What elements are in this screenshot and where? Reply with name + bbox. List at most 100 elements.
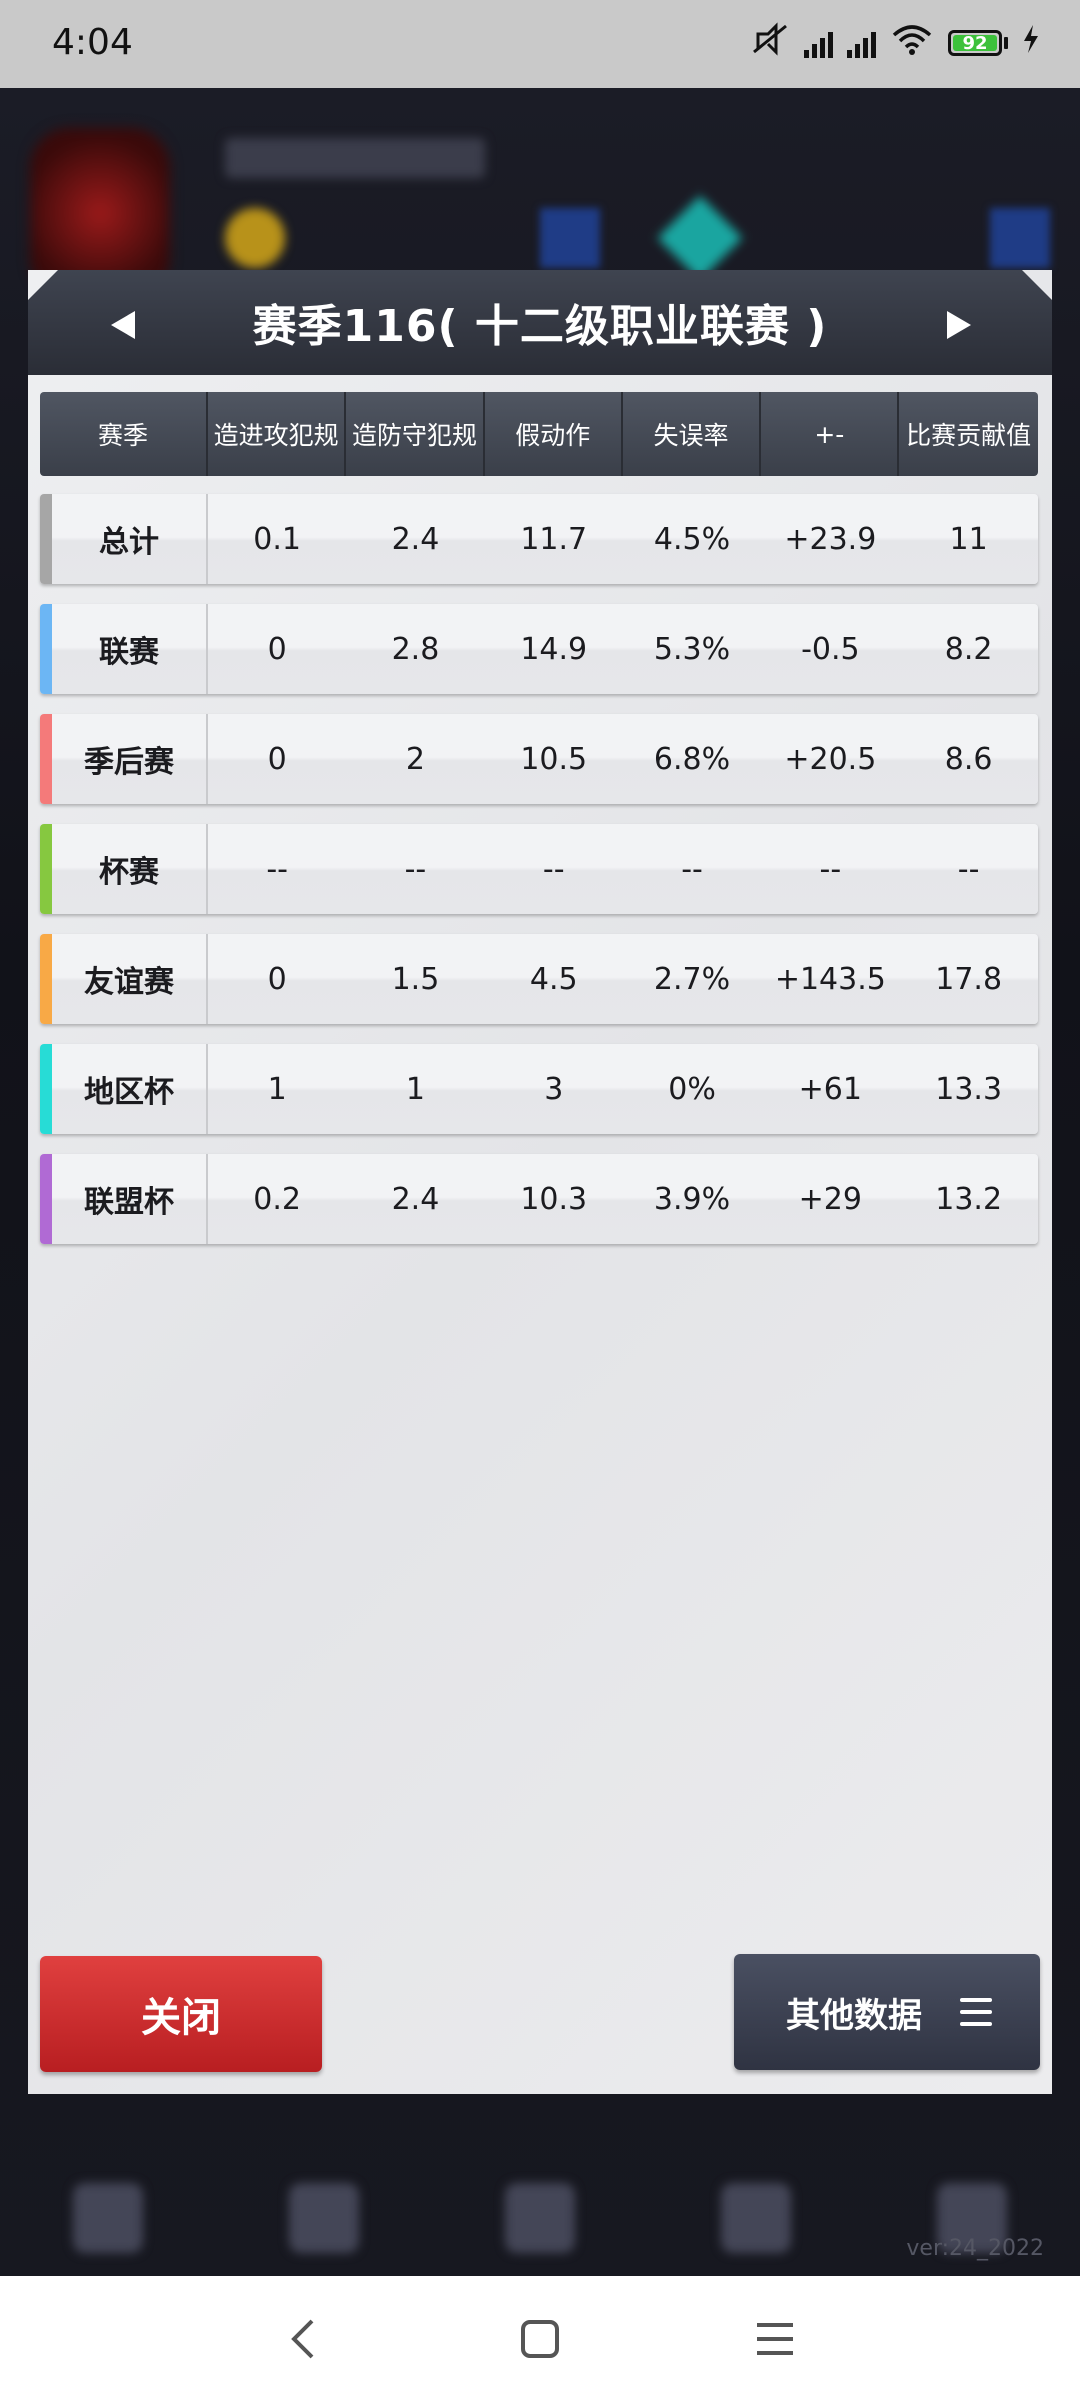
table-cell: -- bbox=[957, 851, 980, 887]
table-cell: 3.9% bbox=[653, 1181, 731, 1217]
table-header: 赛季 造进攻犯规 造防守犯规 假动作 失误率 +- 比赛贡献值 bbox=[40, 392, 1038, 476]
table-cell: 2.4 bbox=[391, 521, 440, 557]
column-header: 赛季 bbox=[40, 392, 208, 476]
system-nav-bar bbox=[0, 2276, 1080, 2400]
table-cell: +20.5 bbox=[784, 741, 877, 777]
row-color-stripe bbox=[40, 824, 52, 914]
table-cell: 4.5 bbox=[529, 961, 578, 997]
add-coin-button bbox=[540, 208, 600, 268]
table-row: 友谊赛 0 1.5 4.5 2.7% +143.5 17.8 bbox=[40, 934, 1038, 1024]
table-cell: 0 bbox=[267, 741, 287, 777]
battery-icon: 92 bbox=[948, 29, 1008, 56]
charging-icon bbox=[1022, 24, 1040, 61]
recents-button[interactable] bbox=[750, 2314, 800, 2364]
coin-icon bbox=[225, 208, 285, 268]
table-cell: 0.1 bbox=[253, 521, 301, 557]
row-label: 季后赛 bbox=[40, 714, 208, 804]
version-label: ver:24_2022 bbox=[906, 2236, 1044, 2261]
table-row: 季后赛 0 2 10.5 6.8% +20.5 8.6 bbox=[40, 714, 1038, 804]
table-row: 联盟杯 0.2 2.4 10.3 3.9% +29 13.2 bbox=[40, 1154, 1038, 1244]
table-cell: 3 bbox=[544, 1071, 564, 1107]
table-cell: -- bbox=[542, 851, 565, 887]
table-cell: 14.9 bbox=[520, 631, 588, 667]
status-bar: 4:04 92 bbox=[0, 0, 1080, 88]
next-season-button[interactable] bbox=[934, 300, 984, 350]
row-color-stripe bbox=[40, 1154, 52, 1244]
back-chevron-icon bbox=[291, 2319, 314, 2359]
close-button-label: 关闭 bbox=[141, 1995, 221, 2041]
column-header: 假动作 bbox=[485, 392, 623, 476]
column-header: 造进攻犯规 bbox=[208, 392, 347, 476]
season-stats-dialog: 赛季116( 十二级职业联赛 ) 赛季 造进攻犯规 造防守犯规 假动作 失误率 … bbox=[28, 270, 1052, 2094]
table-cell: 1 bbox=[267, 1071, 287, 1107]
signal-icon-2 bbox=[847, 28, 876, 58]
tab-icon bbox=[721, 2183, 791, 2253]
table-row: 杯赛 -- -- -- -- -- -- bbox=[40, 824, 1038, 914]
table-cell: -- bbox=[266, 851, 288, 887]
table-row: 地区杯 1 1 3 0% +61 13.3 bbox=[40, 1044, 1038, 1134]
table-cell: 2.4 bbox=[391, 1181, 440, 1217]
row-label: 总计 bbox=[40, 494, 208, 584]
table-cell: 0% bbox=[668, 1071, 716, 1107]
table-cell: 4.5% bbox=[653, 521, 731, 557]
table-cell: -0.5 bbox=[801, 631, 860, 667]
table-cell: 10.5 bbox=[520, 741, 588, 777]
back-button[interactable] bbox=[278, 2314, 328, 2364]
team-name-blurred bbox=[225, 138, 485, 178]
other-data-button[interactable]: 其他数据 bbox=[734, 1954, 1040, 2070]
other-data-label: 其他数据 bbox=[786, 1995, 922, 2036]
row-color-stripe bbox=[40, 934, 52, 1024]
row-label: 联赛 bbox=[40, 604, 208, 694]
close-button[interactable]: 关闭 bbox=[40, 1956, 322, 2072]
table-cell: +143.5 bbox=[774, 961, 886, 997]
table-cell: 17.8 bbox=[935, 961, 1003, 997]
home-button[interactable] bbox=[515, 2314, 565, 2364]
row-label: 地区杯 bbox=[40, 1044, 208, 1134]
row-color-stripe bbox=[40, 714, 52, 804]
table-cell: 0.2 bbox=[253, 1181, 301, 1217]
table-row: 联赛 0 2.8 14.9 5.3% -0.5 8.2 bbox=[40, 604, 1038, 694]
recents-menu-icon bbox=[757, 2323, 793, 2355]
table-cell: +29 bbox=[798, 1181, 862, 1217]
table-cell: 8.2 bbox=[944, 631, 993, 667]
table-cell: 11 bbox=[949, 521, 988, 557]
gem-icon bbox=[657, 195, 743, 281]
tab-icon bbox=[73, 2183, 143, 2253]
row-color-stripe bbox=[40, 1044, 52, 1134]
status-time: 4:04 bbox=[52, 22, 133, 63]
table-cell: -- bbox=[819, 851, 842, 887]
table-cell: 0 bbox=[267, 631, 287, 667]
table-row: 总计 0.1 2.4 11.7 4.5% +23.9 11 bbox=[40, 494, 1038, 584]
add-gem-button bbox=[990, 208, 1050, 268]
table-cell: 1.5 bbox=[391, 961, 440, 997]
signal-icon-1 bbox=[804, 28, 833, 58]
row-label: 杯赛 bbox=[40, 824, 208, 914]
table-cell: 5.3% bbox=[653, 631, 731, 667]
tab-icon bbox=[289, 2183, 359, 2253]
table-cell: 8.6 bbox=[944, 741, 993, 777]
row-color-stripe bbox=[40, 604, 52, 694]
table-cell: -- bbox=[404, 851, 427, 887]
table-cell: +61 bbox=[798, 1071, 862, 1107]
home-square-icon bbox=[521, 2320, 559, 2358]
table-cell: -- bbox=[681, 851, 703, 887]
column-header: +- bbox=[761, 392, 900, 476]
wifi-icon bbox=[890, 23, 934, 62]
table-cell: 10.3 bbox=[520, 1181, 588, 1217]
row-color-stripe bbox=[40, 494, 52, 584]
battery-level: 92 bbox=[953, 34, 997, 52]
table-cell: 2.8 bbox=[391, 631, 440, 667]
dialog-title: 赛季116( 十二级职业联赛 ) bbox=[252, 301, 828, 352]
table-cell: +23.9 bbox=[784, 521, 877, 557]
tab-icon bbox=[505, 2183, 575, 2253]
column-header: 比赛贡献值 bbox=[906, 421, 1032, 450]
row-label: 联盟杯 bbox=[40, 1154, 208, 1244]
table-cell: 1 bbox=[405, 1071, 425, 1107]
row-label: 友谊赛 bbox=[40, 934, 208, 1024]
table-cell: 11.7 bbox=[520, 521, 588, 557]
column-header: 造防守犯规 bbox=[346, 392, 485, 476]
column-header: 失误率 bbox=[623, 392, 762, 476]
table-cell: 2 bbox=[405, 741, 425, 777]
table-cell: 6.8% bbox=[653, 741, 731, 777]
mute-icon bbox=[750, 22, 790, 63]
